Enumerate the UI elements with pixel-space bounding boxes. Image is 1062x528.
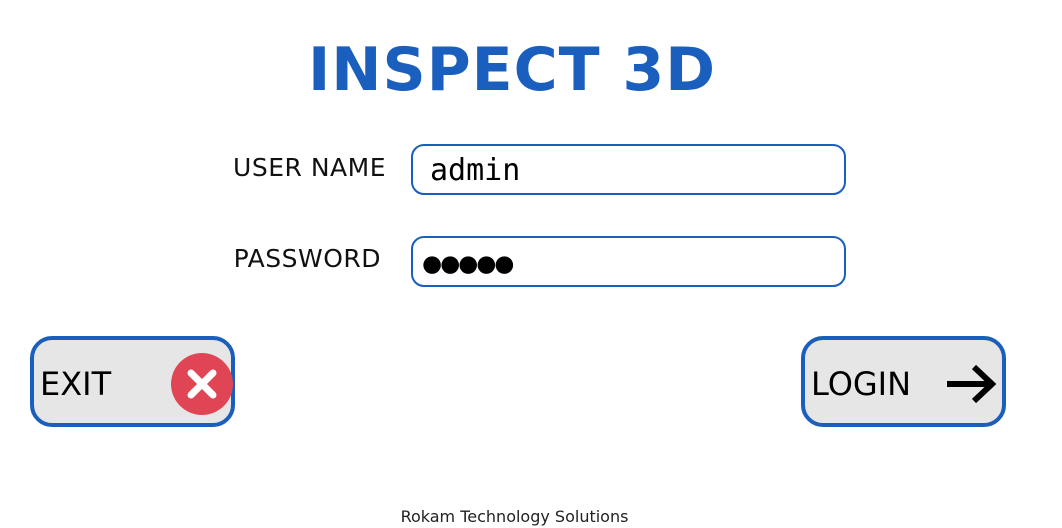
password-label: PASSWORD: [233, 244, 381, 273]
login-button-label: LOGIN: [811, 365, 912, 403]
exit-button[interactable]: EXIT: [30, 336, 235, 427]
password-mask: ●●●●●: [422, 251, 514, 277]
arrow-right-icon: [947, 364, 997, 404]
username-input[interactable]: admin: [411, 144, 846, 195]
app-title: INSPECT 3D: [307, 35, 717, 105]
username-value: admin: [430, 153, 521, 188]
close-icon: [171, 353, 233, 415]
username-label: USER NAME: [233, 153, 386, 182]
exit-button-label: EXIT: [40, 365, 112, 403]
password-input[interactable]: ●●●●●: [411, 236, 846, 287]
footer-company: Rokam Technology Solutions: [400, 507, 629, 526]
login-button[interactable]: LOGIN: [801, 336, 1006, 427]
